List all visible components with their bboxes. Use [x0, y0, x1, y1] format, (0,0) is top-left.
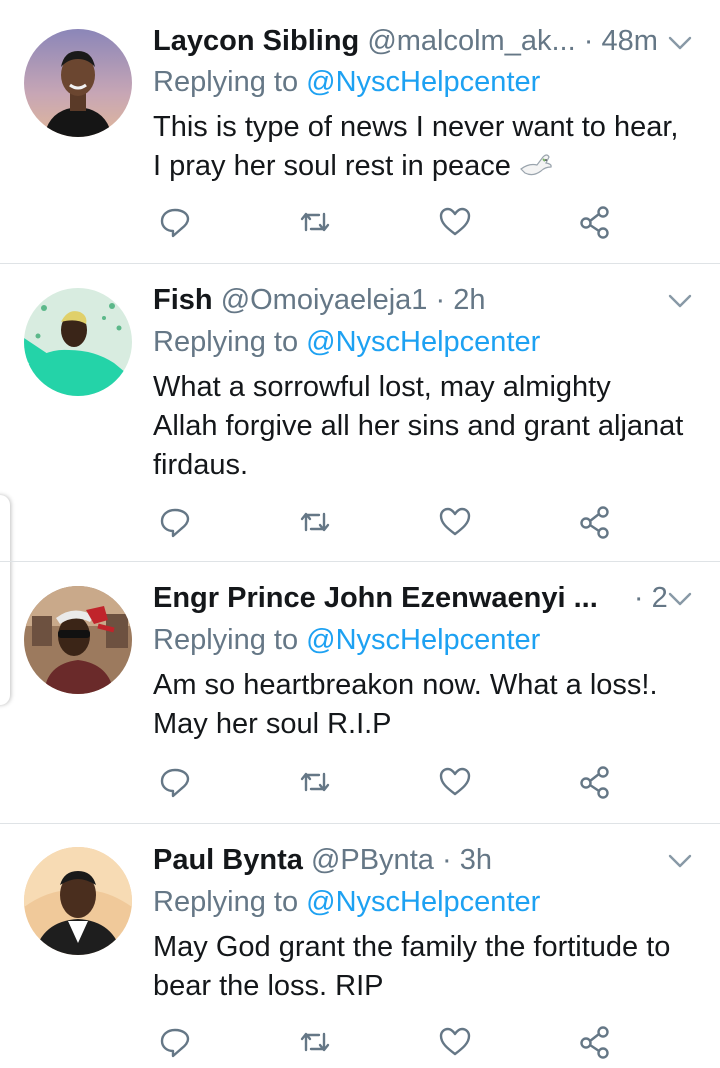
separator: · — [441, 844, 452, 876]
author-name[interactable]: Laycon Sibling — [153, 25, 359, 57]
tweet-text-line: I pray her soul rest in peace — [153, 147, 698, 190]
timestamp[interactable]: 48m — [601, 25, 657, 57]
tweet-text-line: Am so heartbreakon now. What a loss!. — [153, 669, 658, 701]
tweet-actions — [153, 764, 698, 804]
separator: · — [435, 284, 446, 316]
replying-to: Replying to @NyscHelpcenter — [153, 62, 540, 102]
separator: · — [583, 25, 594, 57]
replying-to: Replying to @NyscHelpcenter — [153, 620, 540, 660]
chevron-down-icon[interactable] — [665, 584, 695, 614]
chevron-down-icon[interactable] — [665, 286, 695, 316]
mention-link[interactable]: @NyscHelpcenter — [306, 326, 540, 358]
replying-prefix: Replying to — [153, 326, 299, 358]
timestamp[interactable]: 3h — [460, 844, 492, 876]
tweet-actions — [153, 504, 698, 544]
tweet-actions — [153, 204, 698, 244]
dove-icon — [519, 151, 553, 190]
like-icon[interactable] — [437, 504, 473, 540]
reply-icon[interactable] — [157, 504, 193, 540]
tweet-text: May God grant the family the fortitude t… — [153, 928, 698, 1006]
author-name[interactable]: Engr Prince John Ezenwaenyi ... — [153, 582, 598, 614]
timestamp[interactable]: 2h — [453, 284, 485, 316]
tweet-text-line: Allah forgive all her sins and grant alj… — [153, 410, 684, 442]
reply-icon[interactable] — [157, 204, 193, 240]
author-handle[interactable]: @Omoiyaeleja1 — [221, 284, 428, 316]
separator: · — [633, 582, 644, 614]
reply-icon[interactable] — [157, 1024, 193, 1060]
retweet-icon[interactable] — [297, 764, 333, 800]
avatar[interactable] — [24, 288, 132, 396]
tweet-text-line: May God grant the family the fortitude t… — [153, 931, 671, 963]
share-icon[interactable] — [577, 764, 613, 800]
like-icon[interactable] — [437, 1024, 473, 1060]
replying-prefix: Replying to — [153, 66, 299, 98]
retweet-icon[interactable] — [297, 1024, 333, 1060]
like-icon[interactable] — [437, 764, 473, 800]
replying-to: Replying to @NyscHelpcenter — [153, 322, 540, 362]
replying-to: Replying to @NyscHelpcenter — [153, 882, 540, 922]
tweet-card[interactable]: Laycon Sibling @malcolm_ak... · 48m Repl… — [0, 0, 720, 264]
tweet-text-line: firdaus. — [153, 449, 249, 481]
replying-prefix: Replying to — [153, 624, 299, 656]
tweet-text: Am so heartbreakon now. What a loss!. Ma… — [153, 666, 698, 744]
author-handle[interactable]: @malcolm_ak... — [367, 25, 575, 57]
share-icon[interactable] — [577, 504, 613, 540]
retweet-icon[interactable] — [297, 204, 333, 240]
avatar[interactable] — [24, 29, 132, 137]
reply-icon[interactable] — [157, 764, 193, 800]
retweet-icon[interactable] — [297, 504, 333, 540]
mention-link[interactable]: @NyscHelpcenter — [306, 624, 540, 656]
share-icon[interactable] — [577, 204, 613, 240]
tweet-actions — [153, 1024, 698, 1064]
tweet-card[interactable]: Fish @Omoiyaeleja1 · 2h Replying to @Nys… — [0, 264, 720, 562]
replying-prefix: Replying to — [153, 886, 299, 918]
tweet-text-line: What a sorrowful lost, may almighty — [153, 371, 611, 403]
tweet-text-line: This is type of news I never want to hea… — [153, 111, 679, 143]
tweet-text: What a sorrowful lost, may almighty Alla… — [153, 368, 698, 485]
mention-link[interactable]: @NyscHelpcenter — [306, 66, 540, 98]
like-icon[interactable] — [437, 204, 473, 240]
tweet-text-line: bear the loss. RIP — [153, 970, 384, 1002]
author-handle[interactable]: @PBynta — [311, 844, 434, 876]
chevron-down-icon[interactable] — [665, 846, 695, 876]
author-name[interactable]: Paul Bynta — [153, 844, 303, 876]
author-name[interactable]: Fish — [153, 284, 213, 316]
tweet-card[interactable]: Paul Bynta @PBynta · 3h Replying to @Nys… — [0, 824, 720, 1068]
avatar[interactable] — [24, 586, 132, 694]
tweet-text-line: May her soul R.I.P — [153, 708, 392, 740]
mention-link[interactable]: @NyscHelpcenter — [306, 886, 540, 918]
share-icon[interactable] — [577, 1024, 613, 1060]
tweet-text: This is type of news I never want to hea… — [153, 108, 698, 190]
avatar[interactable] — [24, 847, 132, 955]
tweet-card[interactable]: Engr Prince John Ezenwaenyi ... · 2h Rep… — [0, 562, 720, 824]
chevron-down-icon[interactable] — [665, 28, 695, 58]
